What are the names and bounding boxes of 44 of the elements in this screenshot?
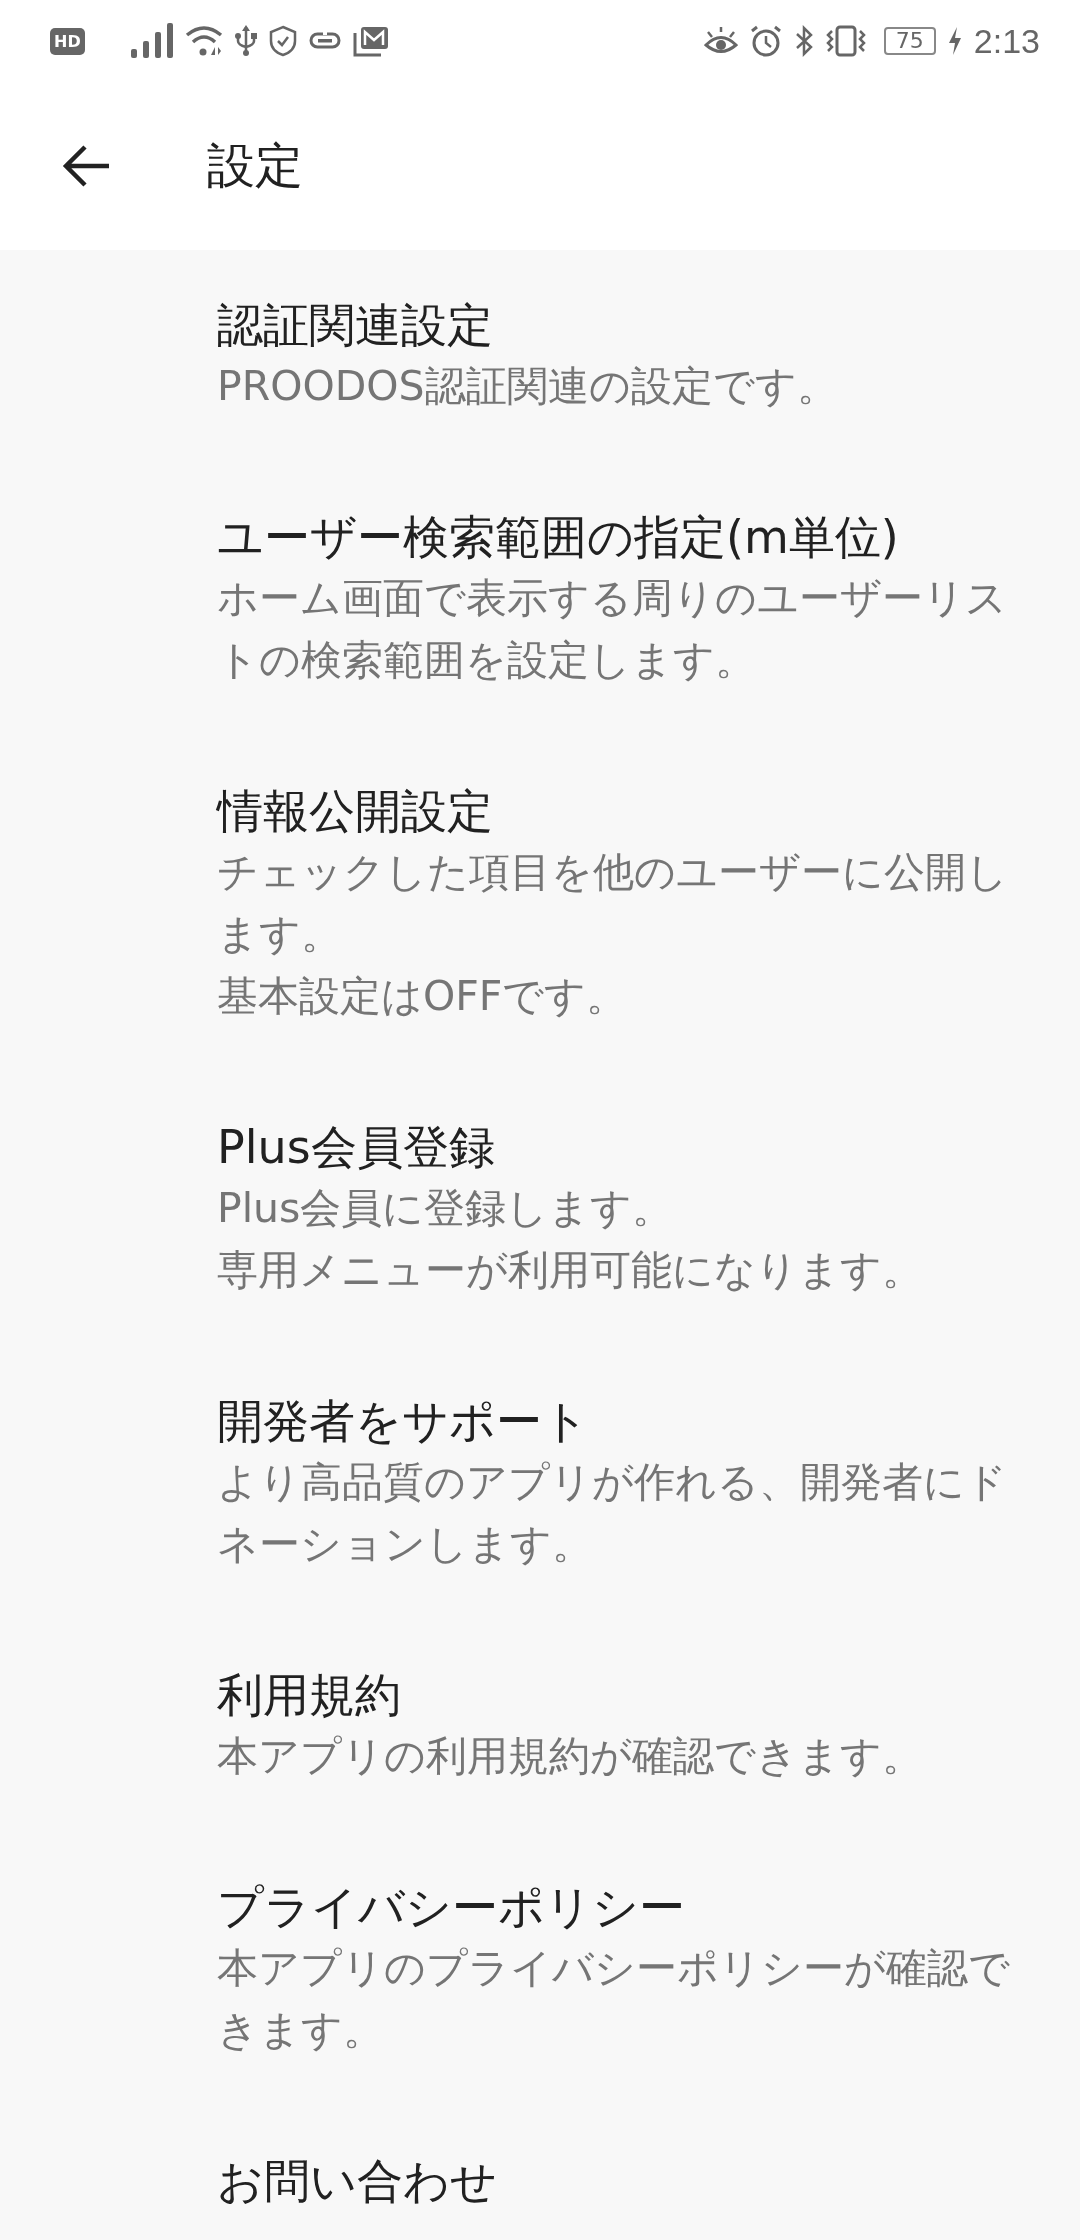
status-time: 2:13 <box>973 21 1040 61</box>
settings-item[interactable]: ユーザー検索範囲の指定(m単位) ホーム画面で表示する周りのユーザーリス トの検索範囲を設定します。 <box>0 462 1080 736</box>
setting-title: お問い合わせ <box>217 2153 498 2210</box>
setting-description: PROODOS認証関連の設定です。 <box>217 361 839 412</box>
page-title: 設定 <box>207 136 303 195</box>
charging-icon <box>947 27 962 55</box>
back-arrow-icon <box>61 143 111 189</box>
setting-description: Plus会員に登録します。 <box>217 1183 675 1234</box>
hd-badge: HD <box>50 27 85 55</box>
setting-description: チェックした項目を他のユーザーに公開し <box>217 847 1009 898</box>
setting-description: 基本設定はOFFです。 <box>217 971 629 1022</box>
settings-item[interactable]: 利用規約 本アプリの利用規約が確認できます。 <box>0 1620 1080 1832</box>
settings-item[interactable]: 開発者をサポート より高品質のアプリが作れる、開発者にド ネーションします。 <box>0 1346 1080 1620</box>
setting-title: 利用規約 <box>217 1667 402 1724</box>
setting-description: ネーションします。 <box>217 1519 594 1570</box>
wifi-icon <box>184 25 223 57</box>
usb-icon <box>234 25 257 57</box>
vibrate-icon <box>825 25 866 57</box>
setting-title: 開発者をサポート <box>217 1393 590 1450</box>
setting-description: 本アプリのプライバシーポリシーが確認で <box>217 1943 1011 1994</box>
setting-description: きます。 <box>217 2005 385 2056</box>
settings-item[interactable]: Plus会員登録 Plus会員に登録します。 専用メニューが利用可能になります。 <box>0 1072 1080 1346</box>
setting-title: プライバシーポリシー <box>217 1879 686 1936</box>
settings-item[interactable]: お問い合わせ <box>0 2106 1080 2240</box>
setting-description: ます。 <box>217 909 343 960</box>
setting-title: Plus会員登録 <box>217 1119 496 1176</box>
setting-title: ユーザー検索範囲の指定(m単位) <box>217 509 900 566</box>
settings-item[interactable]: 情報公開設定 チェックした項目を他のユーザーに公開し ます。 基本設定はOFFです。 <box>0 736 1080 1072</box>
setting-description: より高品質のアプリが作れる、開発者にド <box>217 1457 1008 1508</box>
setting-title: 認証関連設定 <box>217 297 494 354</box>
eye-icon <box>703 26 738 56</box>
setting-title: 情報公開設定 <box>217 783 494 840</box>
mail-icon <box>352 25 389 57</box>
link-icon <box>308 31 341 51</box>
signal-icon <box>130 23 173 59</box>
setting-description: 専用メニューが利用可能になります。 <box>217 1245 924 1296</box>
alarm-icon <box>749 25 782 57</box>
setting-description: 本アプリの利用規約が確認できます。 <box>217 1731 924 1782</box>
setting-description: ホーム画面で表示する周りのユーザーリス <box>217 573 1008 624</box>
settings-item[interactable]: 認証関連設定 PROODOS認証関連の設定です。 <box>0 250 1080 462</box>
settings-item[interactable]: プライバシーポリシー 本アプリのプライバシーポリシーが確認で きます。 <box>0 1832 1080 2106</box>
setting-description: トの検索範囲を設定します。 <box>217 635 757 686</box>
battery-indicator: 75 <box>883 27 936 55</box>
shield-check-icon <box>268 25 297 57</box>
